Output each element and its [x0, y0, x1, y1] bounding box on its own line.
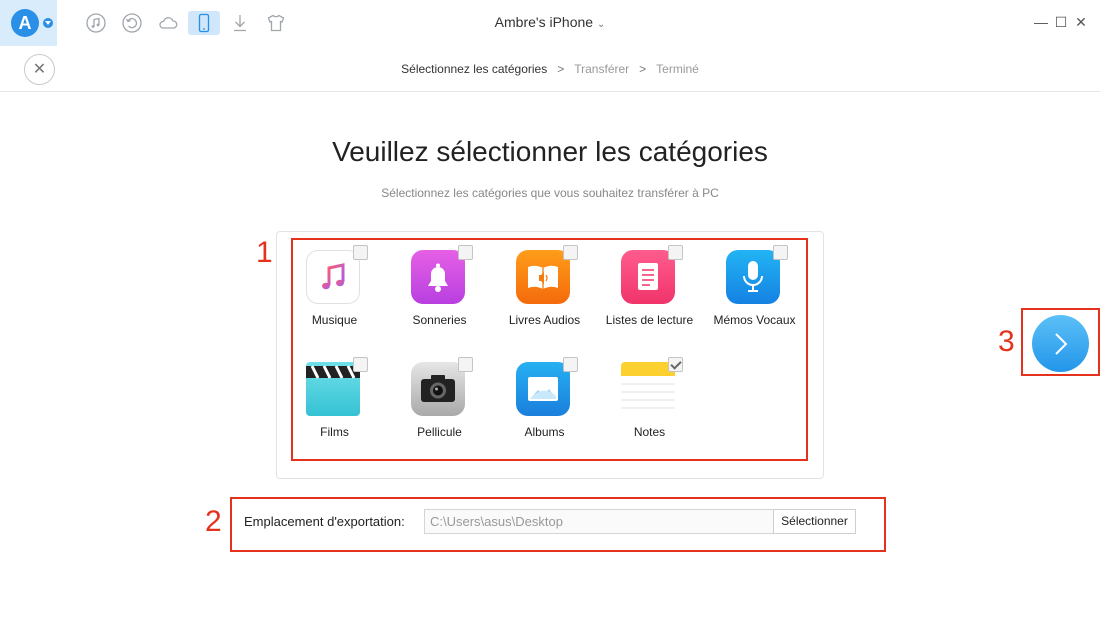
- breadcrumb-step-transfer: Transférer: [574, 62, 630, 76]
- page-title: Veuillez sélectionner les catégories: [332, 136, 768, 167]
- bell-icon: [411, 250, 465, 304]
- breadcrumb-bar: ✕ Sélectionnez les catégories > Transférer…: [0, 46, 1100, 92]
- category-albums[interactable]: Albums: [492, 357, 597, 462]
- category-audiobooks[interactable]: Livres Audios: [492, 245, 597, 350]
- camera-icon: [411, 362, 465, 416]
- category-checkbox[interactable]: [773, 245, 788, 260]
- category-checkbox[interactable]: [668, 357, 683, 372]
- category-label: Notes: [633, 425, 666, 439]
- category-music[interactable]: Musique: [282, 245, 387, 350]
- category-ringtones[interactable]: Sonneries: [387, 245, 492, 350]
- close-window-button[interactable]: ✕: [1074, 14, 1088, 30]
- page-subtitle: Sélectionnez les catégories que vous sou…: [381, 186, 719, 200]
- category-checkbox[interactable]: [563, 245, 578, 260]
- notes-icon: [621, 362, 675, 416]
- category-label: Albums: [524, 425, 565, 439]
- breadcrumb-step-done: Terminé: [656, 62, 699, 76]
- category-label: Livres Audios: [508, 313, 581, 327]
- category-checkbox[interactable]: [353, 357, 368, 372]
- music-icon[interactable]: [84, 11, 108, 35]
- breadcrumb-step-select: Sélectionnez les catégories: [401, 62, 548, 76]
- download-icon[interactable]: [228, 11, 252, 35]
- category-label: Musique: [311, 313, 358, 327]
- microphone-icon: [726, 250, 780, 304]
- chevron-down-icon: ⌄: [596, 19, 606, 30]
- category-camera-roll[interactable]: Pellicule: [387, 357, 492, 462]
- category-checkbox[interactable]: [563, 357, 578, 372]
- annotation-number-2: 2: [205, 505, 222, 538]
- select-folder-button[interactable]: Sélectionner: [773, 509, 856, 534]
- category-label: Mémos Vocaux: [713, 313, 796, 327]
- tshirt-icon[interactable]: [264, 11, 288, 35]
- category-checkbox[interactable]: [458, 357, 473, 372]
- category-checkbox[interactable]: [353, 245, 368, 260]
- export-location-label: Emplacement d'exportation:: [244, 514, 405, 529]
- photo-album-icon: [516, 362, 570, 416]
- history-icon[interactable]: [120, 11, 144, 35]
- annotation-number-3: 3: [998, 325, 1015, 358]
- category-label: Films: [320, 425, 349, 439]
- chevron-right-icon: [1055, 333, 1068, 355]
- playlist-icon: [621, 250, 675, 304]
- category-notes[interactable]: Notes: [597, 357, 702, 462]
- app-menu-button[interactable]: A: [0, 0, 57, 46]
- category-checkbox[interactable]: [458, 245, 473, 260]
- category-label: Pellicule: [417, 425, 462, 439]
- minimize-button[interactable]: —: [1034, 14, 1048, 30]
- phone-icon[interactable]: [188, 11, 220, 35]
- app-logo: A: [11, 9, 39, 37]
- device-name: Ambre's iPhone: [494, 14, 594, 30]
- breadcrumb-separator: >: [557, 62, 565, 76]
- annotation-number-1: 1: [256, 236, 273, 269]
- category-label: Sonneries: [412, 313, 467, 327]
- audiobook-icon: [516, 250, 570, 304]
- clapperboard-icon: [306, 362, 360, 416]
- category-playlists[interactable]: Listes de lecture: [597, 245, 702, 350]
- category-checkbox[interactable]: [668, 245, 683, 260]
- breadcrumb-separator: >: [639, 62, 647, 76]
- chevron-down-icon: [43, 18, 53, 28]
- title-bar: A Ambre's iPhone ⌄ — ☐ ✕: [0, 0, 1100, 46]
- category-movies[interactable]: Films: [282, 357, 387, 462]
- music-note-icon: [306, 250, 360, 304]
- export-path-input[interactable]: [424, 509, 774, 534]
- cloud-icon[interactable]: [156, 11, 180, 35]
- category-voice-memos[interactable]: Mémos Vocaux: [702, 245, 807, 350]
- maximize-button[interactable]: ☐: [1054, 14, 1068, 30]
- next-button[interactable]: [1032, 315, 1089, 372]
- breadcrumb: Sélectionnez les catégories > Transférer > T…: [0, 62, 1100, 76]
- category-label: Listes de lecture: [605, 313, 694, 327]
